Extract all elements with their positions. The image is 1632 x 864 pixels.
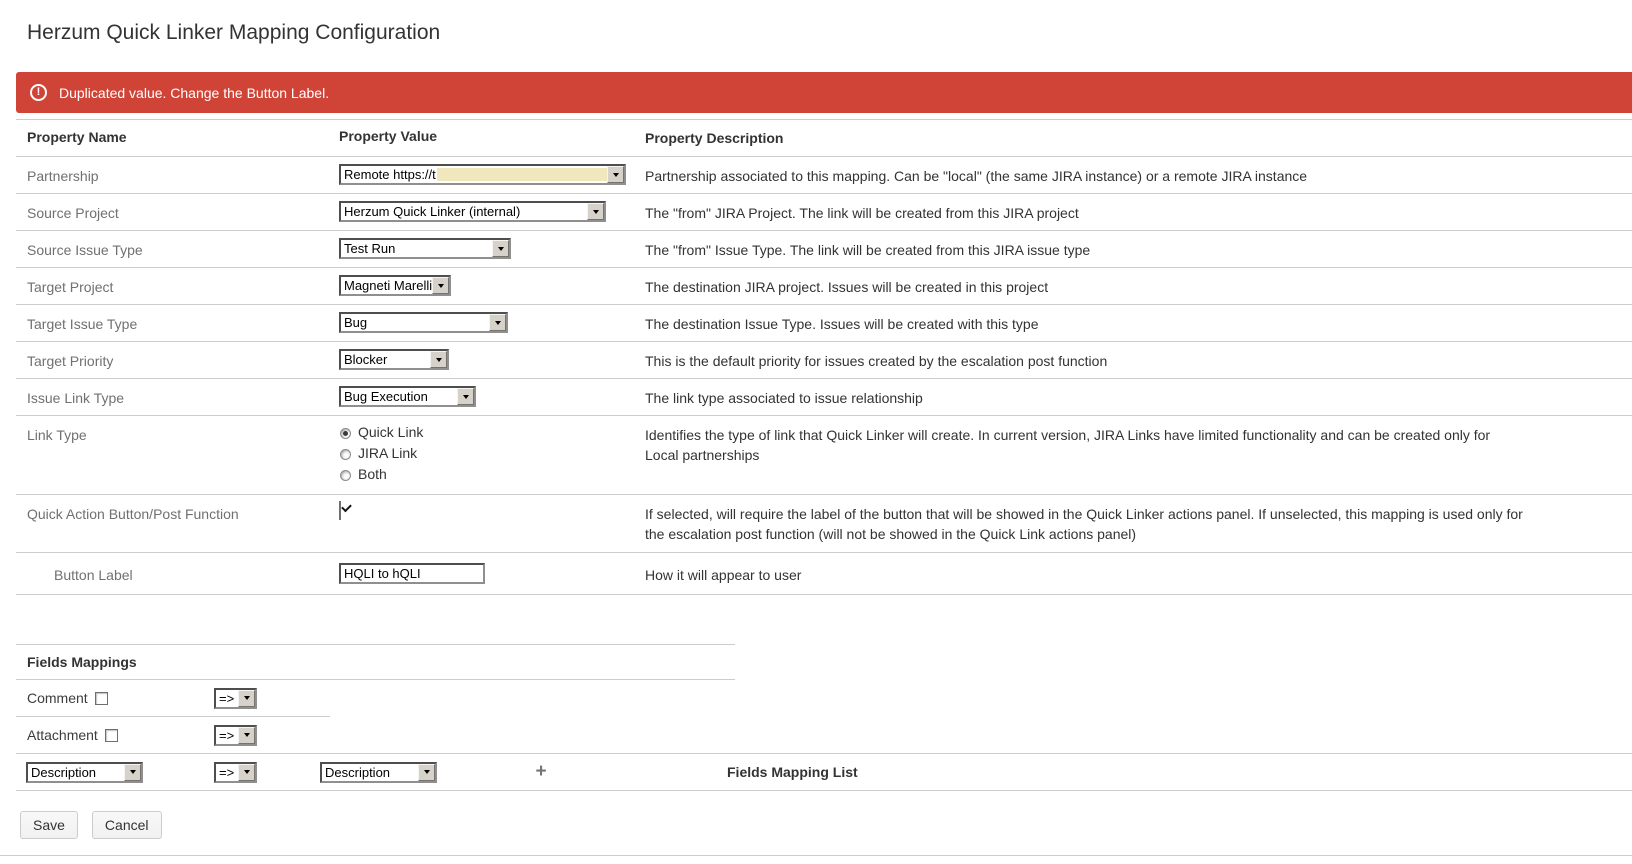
- target-issue-type-select[interactable]: Bug: [339, 312, 508, 333]
- source-project-select[interactable]: Herzum Quick Linker (internal): [339, 201, 606, 222]
- add-mapping-plus-icon[interactable]: +: [531, 761, 551, 783]
- radio-icon[interactable]: [340, 470, 351, 481]
- error-circle-icon: [30, 84, 47, 101]
- header-property-value: Property Value: [339, 128, 645, 144]
- dropdown-arrow-icon[interactable]: [587, 203, 604, 220]
- field-operator-select[interactable]: =>: [214, 762, 257, 783]
- row-label: Target Priority: [16, 349, 339, 370]
- footer-divider: [0, 855, 1632, 856]
- row-description: If selected, will require the label of t…: [645, 502, 1525, 544]
- action-buttons: Save Cancel: [20, 811, 1632, 839]
- fm-comment-label: Comment: [27, 690, 88, 706]
- radio-both[interactable]: Both: [339, 466, 645, 487]
- error-banner: Duplicated value. Change the Button Labe…: [16, 72, 1632, 113]
- comment-operator-select[interactable]: =>: [214, 688, 257, 709]
- row-target-priority: Target Priority Blocker This is the defa…: [16, 342, 1632, 379]
- dropdown-arrow-icon[interactable]: [607, 166, 624, 183]
- fields-mapping-list-title: Fields Mapping List: [727, 764, 858, 780]
- target-priority-select[interactable]: Blocker: [339, 349, 449, 370]
- row-description: The destination Issue Type. Issues will …: [645, 312, 1525, 334]
- comment-checkbox[interactable]: [95, 692, 108, 705]
- fields-mappings-title: Fields Mappings: [16, 644, 735, 680]
- row-label: Quick Action Button/Post Function: [16, 502, 339, 523]
- attachment-checkbox[interactable]: [105, 729, 118, 742]
- redacted-url: [437, 168, 607, 181]
- row-link-type: Link Type Quick Link JIRA Link Both Iden…: [16, 416, 1632, 495]
- row-description: The destination JIRA project. Issues wil…: [645, 275, 1525, 297]
- dropdown-arrow-icon[interactable]: [238, 727, 255, 744]
- dropdown-arrow-icon[interactable]: [457, 388, 474, 405]
- partnership-select[interactable]: Remote https://t: [339, 164, 626, 185]
- row-description: The "from" Issue Type. The link will be …: [645, 238, 1525, 260]
- row-label: Source Issue Type: [16, 238, 339, 259]
- fm-row-description-mapping: Description => Description + Fields Mapp…: [16, 754, 1632, 790]
- row-source-project: Source Project Herzum Quick Linker (inte…: [16, 194, 1632, 231]
- header-property-description: Property Description: [645, 128, 1525, 148]
- row-label: Target Project: [16, 275, 339, 296]
- dropdown-arrow-icon[interactable]: [432, 277, 449, 294]
- row-description: The "from" JIRA Project. The link will b…: [645, 201, 1525, 223]
- row-label: Issue Link Type: [16, 386, 339, 407]
- row-partnership: Partnership Remote https://t Partnership…: [16, 157, 1632, 194]
- fm-row-comment: Comment =>: [16, 680, 1632, 716]
- target-field-select[interactable]: Description: [320, 762, 437, 783]
- row-description: The link type associated to issue relati…: [645, 386, 1525, 408]
- row-description: How it will appear to user: [645, 563, 1525, 585]
- target-project-select[interactable]: Magneti Marelli: [339, 275, 451, 296]
- row-description: Identifies the type of link that Quick L…: [645, 423, 1525, 465]
- row-target-project: Target Project Magneti Marelli The desti…: [16, 268, 1632, 305]
- fields-mappings-section: Fields Mappings Comment => Attachment =>…: [16, 644, 1632, 791]
- header-property-name: Property Name: [16, 128, 339, 146]
- divider: [16, 790, 1632, 791]
- dropdown-arrow-icon[interactable]: [492, 240, 509, 257]
- radio-selected-icon[interactable]: [340, 428, 351, 439]
- row-label: Link Type: [16, 423, 339, 444]
- page-title: Herzum Quick Linker Mapping Configuratio…: [27, 20, 1632, 45]
- row-quick-action-button: Quick Action Button/Post Function If sel…: [16, 495, 1632, 553]
- quick-action-checkbox[interactable]: [339, 501, 341, 520]
- row-description: Partnership associated to this mapping. …: [645, 164, 1525, 186]
- fm-attachment-label: Attachment: [27, 727, 98, 743]
- row-description: This is the default priority for issues …: [645, 349, 1525, 371]
- radio-quick-link[interactable]: Quick Link: [339, 424, 645, 445]
- issue-link-type-select[interactable]: Bug Execution: [339, 386, 476, 407]
- partnership-select-value: Remote https://t: [344, 167, 436, 182]
- radio-icon[interactable]: [340, 449, 351, 460]
- attachment-operator-select[interactable]: =>: [214, 725, 257, 746]
- dropdown-arrow-icon[interactable]: [124, 764, 141, 781]
- dropdown-arrow-icon[interactable]: [238, 690, 255, 707]
- row-label: Source Project: [16, 201, 339, 222]
- source-issue-type-select[interactable]: Test Run: [339, 238, 511, 259]
- cancel-button[interactable]: Cancel: [92, 811, 162, 839]
- radio-jira-link[interactable]: JIRA Link: [339, 445, 645, 466]
- dropdown-arrow-icon[interactable]: [489, 314, 506, 331]
- row-source-issue-type: Source Issue Type Test Run The "from" Is…: [16, 231, 1632, 268]
- table-header-row: Property Name Property Value Property De…: [16, 120, 1632, 157]
- save-button[interactable]: Save: [20, 811, 78, 839]
- button-label-input[interactable]: [339, 563, 485, 584]
- row-label: Partnership: [16, 164, 339, 185]
- row-label: Target Issue Type: [16, 312, 339, 333]
- row-target-issue-type: Target Issue Type Bug The destination Is…: [16, 305, 1632, 342]
- property-table: Property Name Property Value Property De…: [16, 119, 1632, 595]
- row-label: Button Label: [16, 563, 339, 584]
- dropdown-arrow-icon[interactable]: [418, 764, 435, 781]
- row-button-label: Button Label How it will appear to user: [16, 553, 1632, 595]
- error-message: Duplicated value. Change the Button Labe…: [59, 85, 329, 101]
- link-type-radio-group: Quick Link JIRA Link Both: [339, 423, 645, 487]
- row-issue-link-type: Issue Link Type Bug Execution The link t…: [16, 379, 1632, 416]
- dropdown-arrow-icon[interactable]: [430, 351, 447, 368]
- source-field-select[interactable]: Description: [26, 762, 143, 783]
- dropdown-arrow-icon[interactable]: [238, 764, 255, 781]
- fm-row-attachment: Attachment =>: [16, 717, 1632, 753]
